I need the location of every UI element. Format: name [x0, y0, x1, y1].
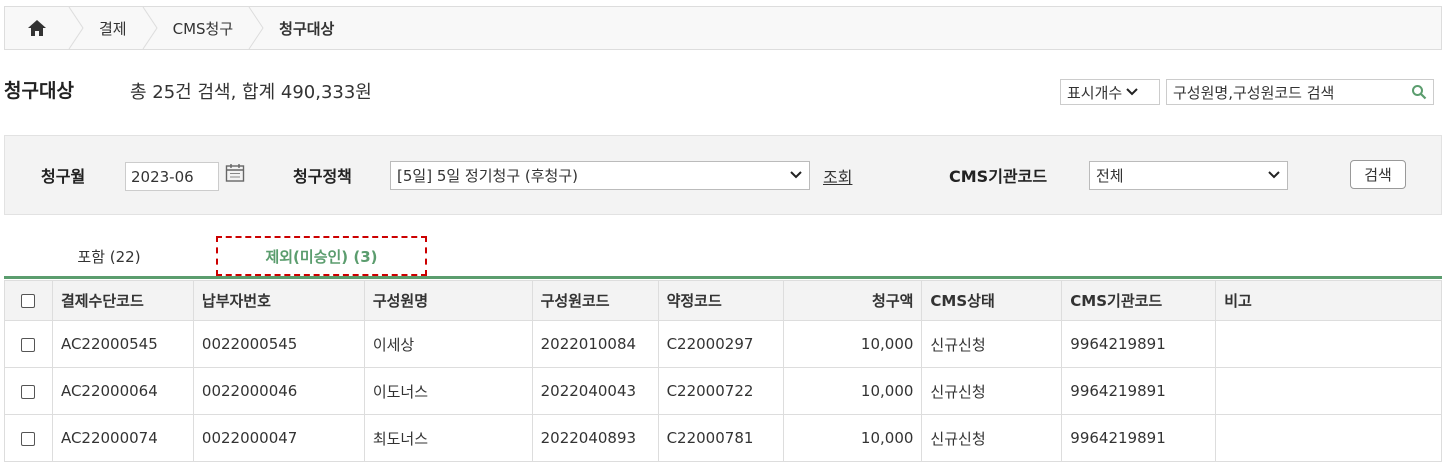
result-summary: 총 25건 검색, 합계 490,333원 [130, 82, 372, 103]
billing-month-label: 청구월 [41, 167, 86, 186]
table-row[interactable]: AC22000545 0022000545 이세상 2022010084 C22… [4, 320, 1442, 368]
table-cell: 2022010084 [531, 320, 659, 368]
table-cell: 10,000 [782, 414, 923, 462]
table-cell [1215, 414, 1442, 462]
filter-bar: 청구월 2023-06 청구정책 [5일] 5일 정기청구 (후청구) 조회 C… [4, 135, 1442, 215]
column-header[interactable]: 구성원코드 [531, 280, 659, 321]
tab-excluded-unapproved[interactable]: 제외(미승인) (3) [216, 236, 427, 276]
breadcrumb-label: CMS청구 [172, 19, 234, 38]
table-cell: 이세상 [363, 320, 533, 368]
table-cell: 2022040893 [531, 414, 659, 462]
column-header[interactable]: 결제수단코드 [51, 280, 194, 321]
breadcrumb: 결제 CMS청구 청구대상 [4, 6, 1442, 50]
row-checkbox[interactable] [4, 367, 53, 415]
chevron-down-icon [1268, 171, 1280, 179]
billing-month-input[interactable]: 2023-06 [125, 162, 219, 191]
table-cell: 2022040043 [531, 367, 659, 415]
table-cell: 0022000046 [192, 367, 365, 415]
search-button[interactable]: 검색 [1350, 160, 1406, 189]
page-title: 청구대상 [4, 80, 74, 102]
table-cell: 신규신청 [921, 320, 1063, 368]
table-row[interactable]: AC22000074 0022000047 최도너스 2022040893 C2… [4, 414, 1442, 462]
column-header[interactable]: CMS상태 [921, 280, 1063, 321]
chevron-right-icon [248, 7, 264, 49]
table-cell: C22000297 [657, 320, 784, 368]
table-cell: AC22000074 [51, 414, 194, 462]
table-cell: 0022000545 [192, 320, 365, 368]
cms-agency-label: CMS기관코드 [949, 167, 1048, 186]
row-checkbox[interactable] [4, 414, 53, 462]
table-cell [1215, 367, 1442, 415]
billing-policy-value: [5일] 5일 정기청구 (후청구) [397, 167, 579, 185]
billing-target-table: 결제수단코드 납부자번호 구성원명 구성원코드 약정코드 청구액 CMS상태 C… [4, 280, 1442, 462]
table-cell: 최도너스 [363, 414, 533, 462]
table-cell: 이도너스 [363, 367, 533, 415]
table-cell: 9964219891 [1061, 367, 1217, 415]
cms-agency-value: 전체 [1096, 167, 1124, 185]
table-row[interactable]: AC22000064 0022000046 이도너스 2022040043 C2… [4, 367, 1442, 415]
billing-policy-select[interactable]: [5일] 5일 정기청구 (후청구) [390, 161, 810, 190]
chevron-down-icon [790, 171, 802, 179]
table-cell: 신규신청 [921, 367, 1063, 415]
display-count-select[interactable]: 표시개수 [1060, 79, 1160, 105]
home-icon [28, 20, 46, 36]
chevron-right-icon [68, 7, 84, 49]
column-header[interactable]: 납부자번호 [192, 280, 365, 321]
breadcrumb-item-cms-billing[interactable]: CMS청구 [142, 7, 250, 49]
lookup-link[interactable]: 조회 [823, 164, 852, 188]
row-checkbox[interactable] [4, 320, 53, 368]
table-cell: 신규신청 [921, 414, 1063, 462]
cms-agency-select[interactable]: 전체 [1089, 161, 1288, 190]
table-cell: 10,000 [782, 367, 923, 415]
column-header[interactable]: CMS기관코드 [1061, 280, 1217, 321]
search-input[interactable] [1167, 83, 1397, 101]
calendar-icon[interactable] [225, 163, 245, 183]
search-box [1166, 79, 1434, 105]
table-cell: 10,000 [782, 320, 923, 368]
column-header[interactable]: 비고 [1215, 280, 1442, 321]
table-cell: C22000722 [657, 367, 784, 415]
home-button[interactable] [5, 7, 69, 49]
table-cell [1215, 320, 1442, 368]
table-cell: 9964219891 [1061, 414, 1217, 462]
breadcrumb-item-billing-target: 청구대상 [248, 7, 350, 49]
table-cell: AC22000064 [51, 367, 194, 415]
column-header[interactable]: 구성원명 [363, 280, 533, 321]
table-cell: AC22000545 [51, 320, 194, 368]
chevron-down-icon [1126, 88, 1138, 96]
search-icon[interactable] [1411, 84, 1427, 100]
table-cell: C22000781 [657, 414, 784, 462]
column-header[interactable]: 약정코드 [657, 280, 784, 321]
breadcrumb-label: 결제 [99, 19, 127, 38]
tab-include[interactable]: 포함 (22) [4, 236, 214, 276]
table-cell: 9964219891 [1061, 320, 1217, 368]
tab-underline [4, 276, 1442, 279]
table-cell: 0022000047 [192, 414, 365, 462]
chevron-right-icon [142, 7, 158, 49]
table-header-row: 결제수단코드 납부자번호 구성원명 구성원코드 약정코드 청구액 CMS상태 C… [4, 280, 1442, 321]
display-count-label: 표시개수 [1067, 83, 1123, 102]
column-header[interactable]: 청구액 [782, 280, 923, 321]
select-all-checkbox[interactable] [4, 280, 53, 321]
breadcrumb-item-payment[interactable]: 결제 [68, 7, 143, 49]
breadcrumb-label: 청구대상 [279, 19, 335, 38]
billing-policy-label: 청구정책 [293, 167, 352, 186]
